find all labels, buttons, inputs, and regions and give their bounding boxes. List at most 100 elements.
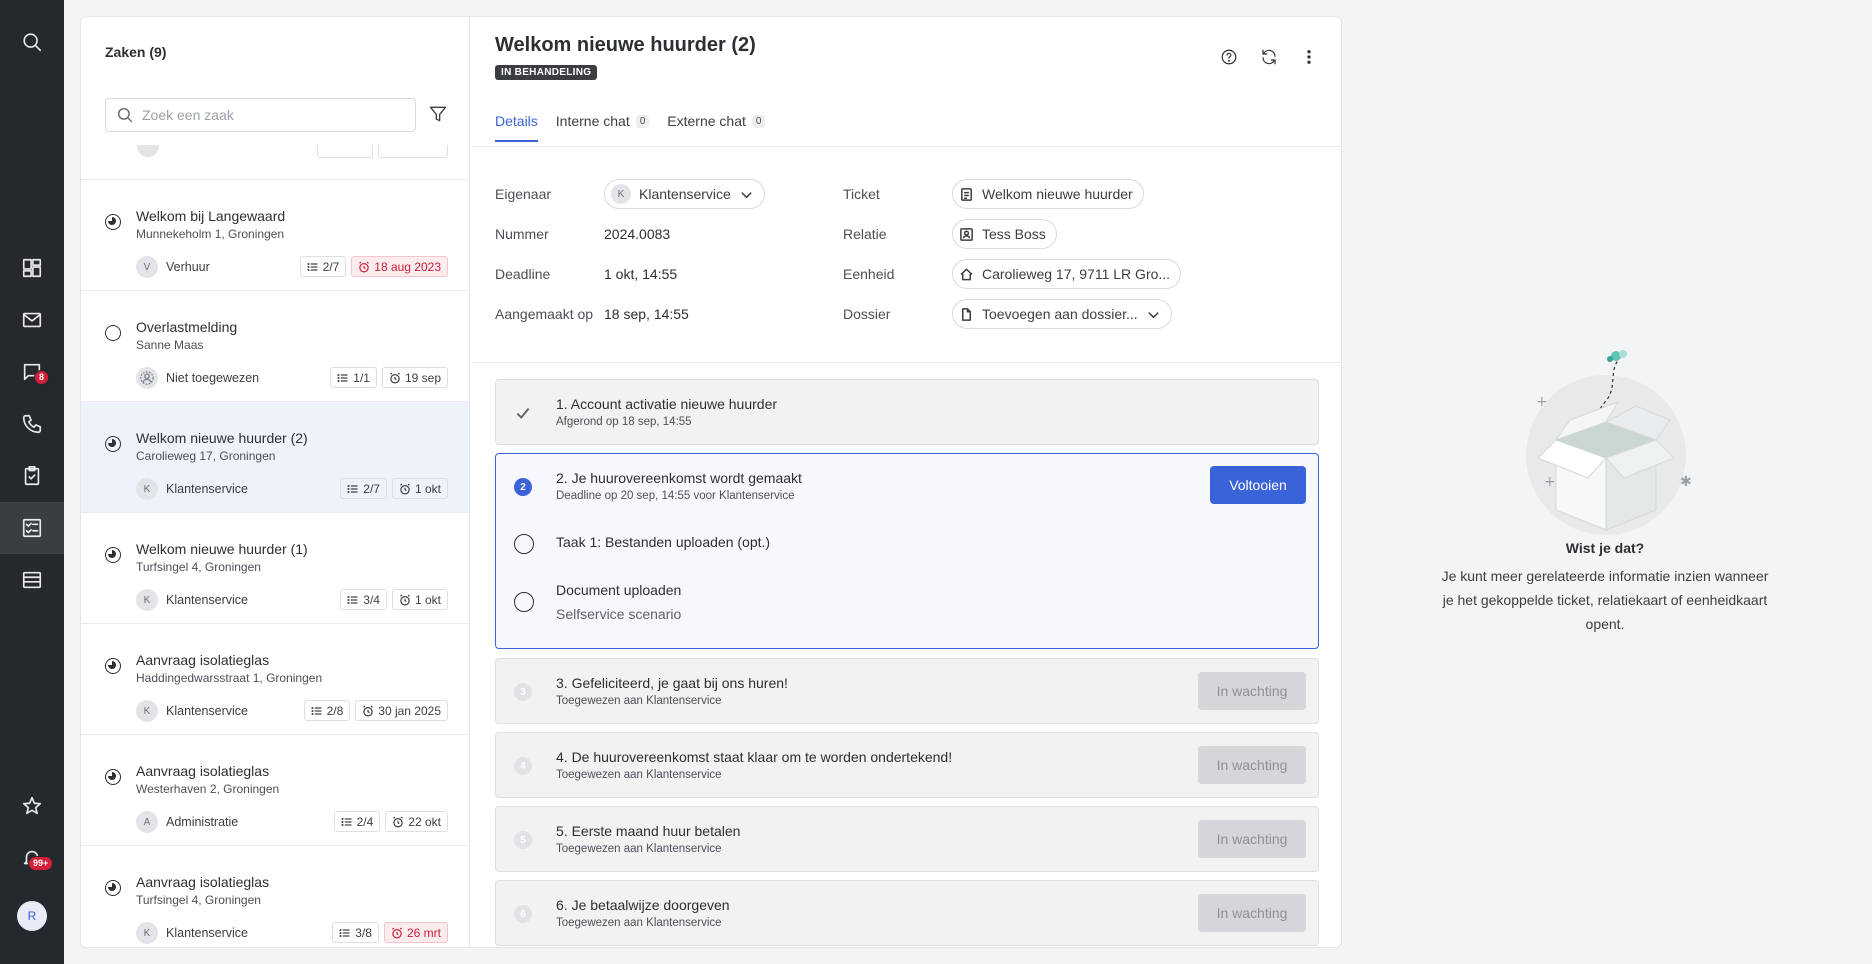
phone-icon[interactable]: [0, 398, 64, 450]
tab-external-chat[interactable]: Externe chat 0: [667, 113, 766, 142]
deadline-text: 22 okt: [408, 814, 441, 829]
deadline-text: 30 jan 2025: [378, 703, 441, 718]
avatar-initial: R: [17, 901, 47, 931]
item-owner: K Klantenservice: [136, 922, 248, 944]
filter-icon[interactable]: [428, 104, 450, 126]
tab-bar: Details Interne chat 0 Externe chat 0: [495, 113, 766, 142]
chat-icon[interactable]: 8: [0, 346, 64, 398]
task-step-1[interactable]: 1. Account activatie nieuwe huurder Afge…: [495, 379, 1319, 445]
item-title: Welkom nieuwe huurder (1): [136, 541, 308, 557]
list-icon: [341, 817, 352, 826]
svg-text:+: +: [1544, 474, 1556, 490]
document-list-icon: [961, 187, 972, 201]
item-owner: K Klantenservice: [136, 478, 248, 500]
dashboard-icon[interactable]: [0, 242, 64, 294]
list-item[interactable]: Aanvraag isolatieglas Haddingedwarsstraa…: [81, 623, 469, 734]
list-item-selected[interactable]: Welkom nieuwe huurder (2) Carolieweg 17,…: [81, 401, 469, 512]
cases-icon[interactable]: [0, 502, 64, 554]
task-step-5[interactable]: 5 5. Eerste maand huur betalen Toegeweze…: [495, 806, 1319, 872]
clipboard-icon[interactable]: [0, 450, 64, 502]
item-owner: Niet toegewezen: [136, 367, 259, 389]
task-subtitle: Afgerond op 18 sep, 14:55: [556, 416, 692, 428]
unit-label: Eenheid: [843, 266, 895, 282]
list-item[interactable]: Aanvraag isolatieglas Turfsingel 4, Gron…: [81, 845, 469, 947]
open-box-illustration: + + ✱: [1526, 350, 1692, 535]
hint-body: Je kunt meer gerelateerde informatie inz…: [1441, 568, 1769, 632]
item-owner: A Administratie: [136, 811, 238, 833]
deadline-badge: 22 okt: [385, 811, 448, 832]
subtask-title: Document uploaden: [556, 582, 682, 598]
task-step-3[interactable]: 3 3. Gefeliciteerd, je gaat bij ons hure…: [495, 658, 1319, 724]
task-count-badge: 2/4: [333, 811, 381, 832]
task-step-4[interactable]: 4 4. De huurovereenkomst staat klaar om …: [495, 732, 1319, 798]
help-icon[interactable]: [1219, 47, 1239, 67]
item-subtitle: Westerhaven 2, Groningen: [136, 782, 280, 796]
chevron-down-icon: [741, 191, 752, 198]
search-icon[interactable]: [0, 16, 64, 68]
case-list-title: Zaken (9): [105, 44, 167, 60]
in-progress-icon: [105, 436, 121, 452]
step-number: 3: [514, 683, 532, 701]
mail-icon[interactable]: [0, 294, 64, 346]
subtask-upload-files[interactable]: Taak 1: Bestanden uploaden (opt.): [514, 532, 770, 554]
unit-link[interactable]: Carolieweg 17, 9711 LR Gro...: [952, 259, 1182, 289]
task-title: 3. Gefeliciteerd, je gaat bij ons huren!: [556, 675, 788, 691]
complete-button[interactable]: Voltooien: [1210, 466, 1306, 504]
owner-avatar: K: [136, 922, 158, 944]
owner-label: Eigenaar: [495, 186, 552, 202]
task-count: 2/8: [326, 703, 344, 718]
bell-icon[interactable]: 99+: [0, 832, 64, 884]
subtask-checkbox[interactable]: [514, 534, 534, 554]
list-icon: [347, 484, 358, 493]
tab-count: 0: [635, 114, 650, 128]
refresh-icon[interactable]: [1259, 47, 1279, 67]
chat-badge: 8: [34, 370, 50, 385]
deadline-badge: 18 aug 2023: [351, 256, 448, 277]
list-icon: [339, 928, 350, 937]
star-icon[interactable]: [0, 780, 64, 832]
more-options-icon[interactable]: [1299, 47, 1319, 67]
search-input[interactable]: [142, 107, 402, 123]
task-title: 5. Eerste maand huur betalen: [556, 823, 741, 839]
item-subtitle: Sanne Maas: [136, 338, 204, 352]
task-step-6[interactable]: 6 6. Je betaalwijze doorgeven Toegewezen…: [495, 880, 1319, 946]
owner-name: Klantenservice: [166, 704, 248, 718]
item-title: Aanvraag isolatieglas: [136, 874, 270, 890]
owner-select[interactable]: K Klantenservice: [604, 179, 765, 209]
step-number: 2: [514, 478, 532, 496]
task-title: 6. Je betaalwijze doorgeven: [556, 897, 730, 913]
relation-label: Relatie: [843, 226, 887, 242]
ticket-link[interactable]: Welkom nieuwe huurder: [952, 179, 1144, 209]
list-item[interactable]: Aanvraag isolatieglas Westerhaven 2, Gro…: [81, 734, 469, 845]
user-avatar[interactable]: R: [0, 890, 64, 942]
task-count-badge: 2/7: [340, 478, 387, 499]
relation-link[interactable]: Tess Boss: [952, 219, 1057, 249]
task-subtitle: Deadline op 20 sep, 14:55 voor Klantense…: [556, 490, 795, 502]
task-count-badge: 1/1: [330, 367, 377, 388]
archive-icon[interactable]: [0, 554, 64, 606]
task-count: 3/8: [355, 925, 372, 940]
step-number: 6: [514, 905, 532, 923]
list-item[interactable]: Welkom nieuwe huurder (1) Turfsingel 4, …: [81, 512, 469, 623]
alarm-clock-icon: [392, 927, 402, 938]
in-progress-icon: [105, 547, 121, 563]
tab-label: Details: [495, 113, 538, 129]
tab-internal-chat[interactable]: Interne chat 0: [556, 113, 650, 142]
item-owner: V Verhuur: [136, 256, 210, 278]
dossier-select[interactable]: Toevoegen aan dossier...: [952, 299, 1172, 329]
subtask-checkbox[interactable]: [514, 592, 534, 612]
item-subtitle: Carolieweg 17, Groningen: [136, 449, 276, 463]
task-step-2[interactable]: 2 2. Je huurovereenkomst wordt gemaakt D…: [495, 453, 1319, 649]
unit-value: Carolieweg 17, 9711 LR Gro...: [982, 266, 1171, 282]
subtask-upload-document[interactable]: Document uploaden Selfservice scenario: [514, 580, 681, 624]
list-item[interactable]: Welkom bij Langewaard Munnekeholm 1, Gro…: [81, 179, 469, 290]
tab-details[interactable]: Details: [495, 113, 538, 142]
deadline-badge: 1 okt: [391, 478, 448, 499]
list-item[interactable]: Overlastmelding Sanne Maas Niet toegewez…: [81, 290, 469, 401]
search-box[interactable]: [105, 98, 416, 132]
svg-text:✱: ✱: [1680, 474, 1692, 490]
owner-name: Verhuur: [166, 260, 210, 274]
case-items: Welkom bij Langewaard Munnekeholm 1, Gro…: [81, 179, 469, 947]
alarm-clock-icon: [359, 261, 370, 272]
divider: [471, 362, 1341, 363]
